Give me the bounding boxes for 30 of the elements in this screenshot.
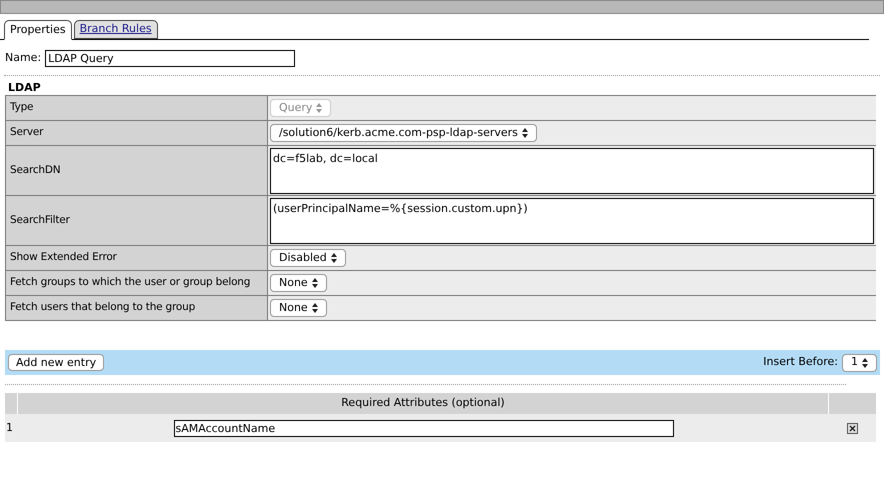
text-area[interactable]: (userPrincipalName=%{session.custom.upn}): [270, 198, 874, 244]
dropdown[interactable]: /solution6/kerb.acme.com-psp-ldap-servers: [270, 124, 537, 142]
delete-icon[interactable]: [847, 422, 858, 434]
stepper-icon: [312, 303, 318, 313]
field-label: Name:: [5, 50, 42, 66]
property-label: Fetch users that belong to the group: [6, 296, 268, 320]
dropdown[interactable]: Disabled: [270, 249, 346, 267]
stepper-icon: [522, 128, 528, 138]
property-label: Fetch groups to which the user or group belong: [6, 271, 268, 295]
text-area[interactable]: dc=f5lab, dc=local: [270, 148, 874, 194]
dropdown[interactable]: None: [270, 274, 327, 292]
section-title: LDAP: [7, 80, 42, 94]
name-field[interactable]: LDAP Query: [45, 50, 296, 67]
property-label: Type: [6, 96, 268, 120]
tab[interactable]: Branch Rules: [74, 20, 158, 39]
dropdown[interactable]: None: [270, 299, 327, 317]
stepper-icon: [316, 103, 322, 113]
stepper-icon: [862, 358, 868, 368]
property-label: Server: [6, 121, 268, 145]
property-label: SearchFilter: [6, 196, 268, 245]
insert-label: Insert Before:: [763, 354, 838, 370]
attribute-field[interactable]: sAMAccountName: [174, 420, 674, 436]
stepper-icon: [312, 278, 318, 288]
dropdown[interactable]: 1: [842, 354, 877, 372]
stepper-icon: [330, 253, 337, 263]
property-label: SearchDN: [6, 146, 268, 195]
row-number: 1: [5, 420, 14, 436]
tab[interactable]: Properties: [4, 20, 72, 40]
property-label: Show Extended Error: [6, 246, 268, 270]
add-entry-button[interactable]: Add new entry: [8, 354, 104, 371]
